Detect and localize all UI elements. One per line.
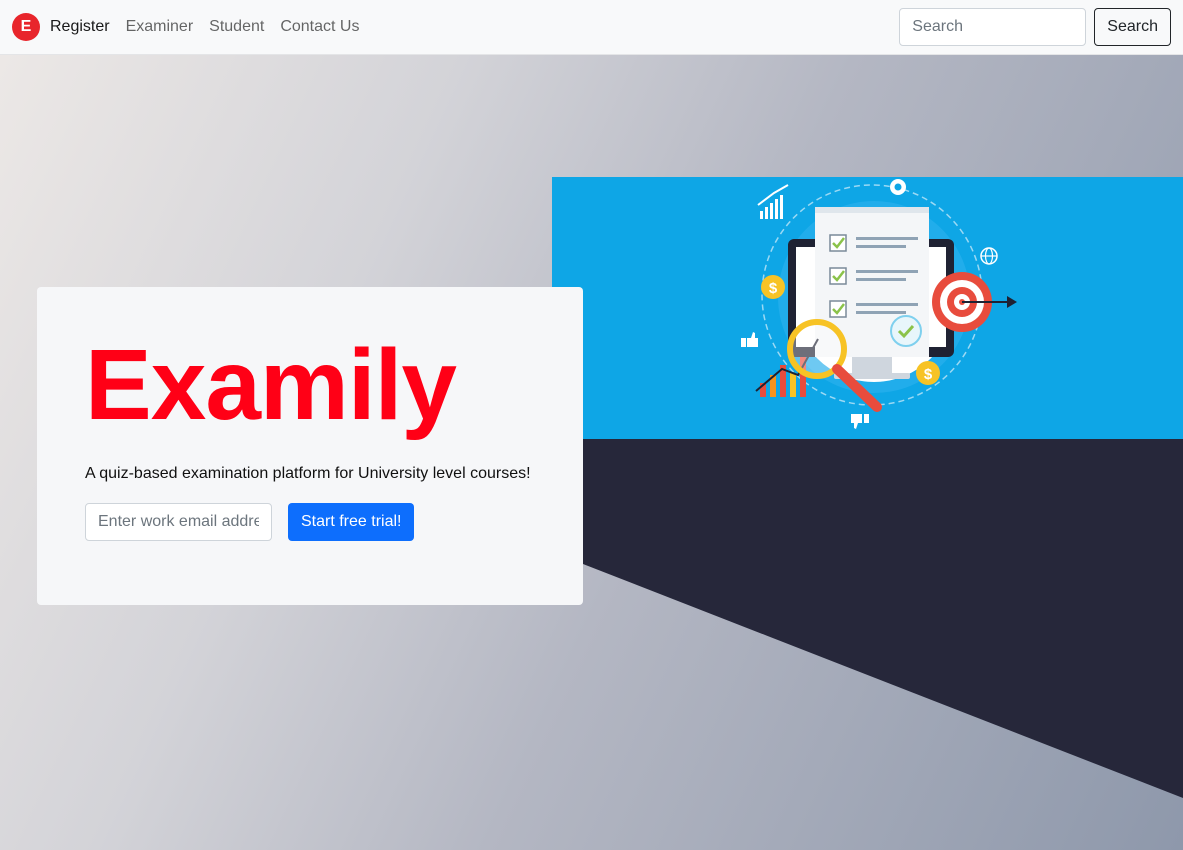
search-form: Search bbox=[899, 8, 1171, 46]
svg-text:$: $ bbox=[769, 280, 778, 297]
hero-title: Examily bbox=[85, 329, 457, 441]
brand-logo-icon[interactable]: E bbox=[12, 13, 40, 41]
nav-link-student[interactable]: Student bbox=[209, 18, 264, 36]
gear-icon bbox=[890, 179, 906, 195]
search-button[interactable]: Search bbox=[1094, 8, 1171, 46]
start-free-trial-button[interactable]: Start free trial! bbox=[288, 503, 415, 541]
svg-text:$: $ bbox=[924, 366, 933, 383]
navbar: E Register Examiner Student Contact Us S… bbox=[0, 0, 1183, 55]
thumbs-up-icon bbox=[741, 332, 758, 347]
thumbs-down-icon bbox=[851, 414, 869, 429]
hero-section: $ $ Examily A quiz-based examination pla… bbox=[0, 55, 1183, 850]
hero-tagline: A quiz-based examination platform for Un… bbox=[85, 465, 531, 482]
search-input[interactable] bbox=[899, 8, 1087, 46]
globe-icon bbox=[980, 247, 998, 265]
email-input[interactable] bbox=[85, 503, 272, 541]
chart-icon bbox=[757, 184, 789, 219]
nav-link-examiner[interactable]: Examiner bbox=[126, 18, 194, 36]
nav-link-contact-us[interactable]: Contact Us bbox=[280, 18, 359, 36]
nav-link-register[interactable]: Register bbox=[50, 18, 110, 36]
hero-card: Examily A quiz-based examination platfor… bbox=[37, 287, 583, 605]
target-icon bbox=[932, 272, 1017, 332]
hero-illustration: $ $ bbox=[552, 177, 1183, 439]
